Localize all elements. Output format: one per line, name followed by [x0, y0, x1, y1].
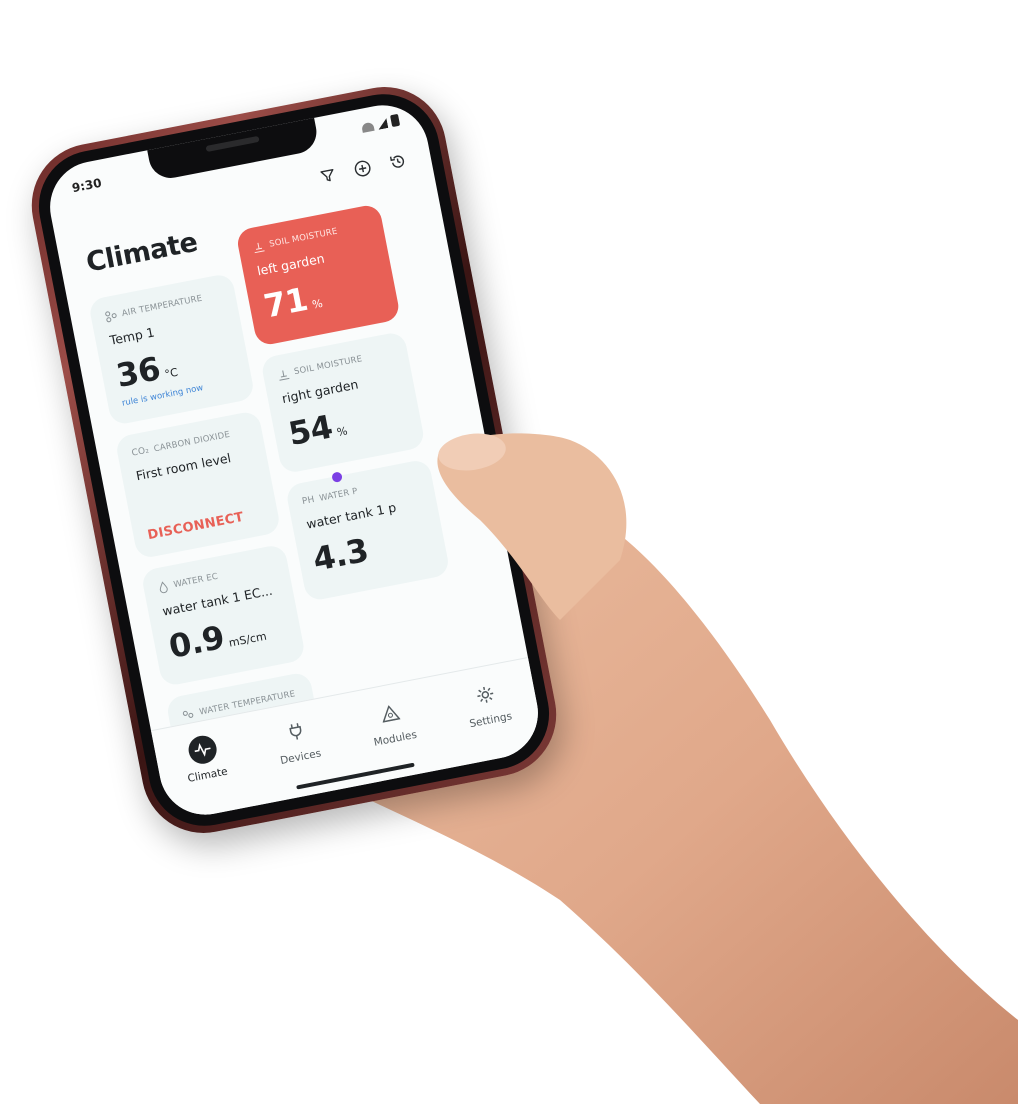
battery-icon — [390, 113, 401, 128]
nav-label: Climate — [186, 765, 229, 786]
reading-unit: % — [335, 424, 349, 440]
card-type: SOIL MOISTURE — [268, 226, 339, 250]
pulse-icon — [186, 733, 220, 767]
water-drop-icon — [159, 581, 168, 594]
card-value: 0.9 mS/cm — [166, 606, 289, 666]
plug-icon — [279, 715, 312, 748]
card-soil-moisture-right[interactable]: SOIL MOISTURE right garden 54 % — [260, 330, 426, 475]
reading-value: 54 — [285, 407, 336, 454]
water-temperature-icon — [182, 710, 194, 718]
card-type: SOIL MOISTURE — [293, 354, 364, 378]
air-temperature-icon — [105, 311, 117, 323]
ph-drop-icon: pH — [301, 494, 316, 508]
status-time: 9:30 — [70, 175, 103, 196]
nav-settings[interactable]: Settings — [462, 677, 519, 763]
status-icons — [361, 113, 401, 133]
header-actions — [314, 149, 410, 189]
reading-value: 0.9 — [165, 618, 228, 666]
card-value: 4.3 — [310, 519, 433, 579]
card-value: 71 % — [261, 266, 384, 326]
reading-value: 4.3 — [309, 530, 372, 579]
card-type: AIR TEMPERATURE — [121, 293, 204, 320]
reading-value: 71 — [260, 279, 311, 326]
wifi-icon — [361, 121, 375, 133]
card-soil-moisture-left[interactable]: SOIL MOISTURE left garden 71 % — [235, 203, 402, 347]
card-water-ec[interactable]: WATER EC water tank 1 EC... 0.9 mS/cm — [140, 543, 307, 688]
modules-icon — [374, 697, 407, 730]
reading-unit: °C — [163, 365, 180, 381]
disconnect-status: DISCONNECT — [146, 509, 246, 544]
soil-moisture-icon — [279, 370, 290, 381]
page-title: Climate — [83, 226, 200, 279]
nav-label: Settings — [468, 710, 514, 731]
co2-icon: CO₂ — [130, 445, 151, 459]
speaker — [205, 135, 260, 153]
nav-climate[interactable]: Climate — [180, 732, 235, 817]
soil-moisture-icon — [254, 242, 265, 254]
filter-icon[interactable] — [314, 163, 340, 189]
card-air-temperature[interactable]: AIR TEMPERATURE Temp 1 36 °C rule is wor… — [87, 272, 256, 427]
card-water-ph[interactable]: pH WATER P water tank 1 p 4.3 — [284, 458, 451, 603]
nav-label: Modules — [372, 728, 418, 749]
reading-unit: mS/cm — [227, 629, 268, 650]
touch-indicator — [331, 471, 343, 483]
add-circle-icon[interactable] — [350, 156, 376, 182]
signal-icon — [377, 118, 389, 130]
card-value: 54 % — [285, 393, 408, 454]
gear-icon — [469, 678, 502, 711]
reading-value: 36 — [113, 349, 164, 395]
card-type: WATER EC — [172, 571, 219, 591]
card-type: CARBON DIOXIDE — [153, 429, 231, 455]
nav-label: Devices — [279, 747, 323, 768]
reading-unit: % — [311, 296, 324, 312]
card-carbon-dioxide[interactable]: CO₂ CARBON DIOXIDE First room level DISC… — [114, 409, 282, 560]
history-icon[interactable] — [385, 149, 411, 175]
card-type: WATER P — [318, 486, 359, 504]
